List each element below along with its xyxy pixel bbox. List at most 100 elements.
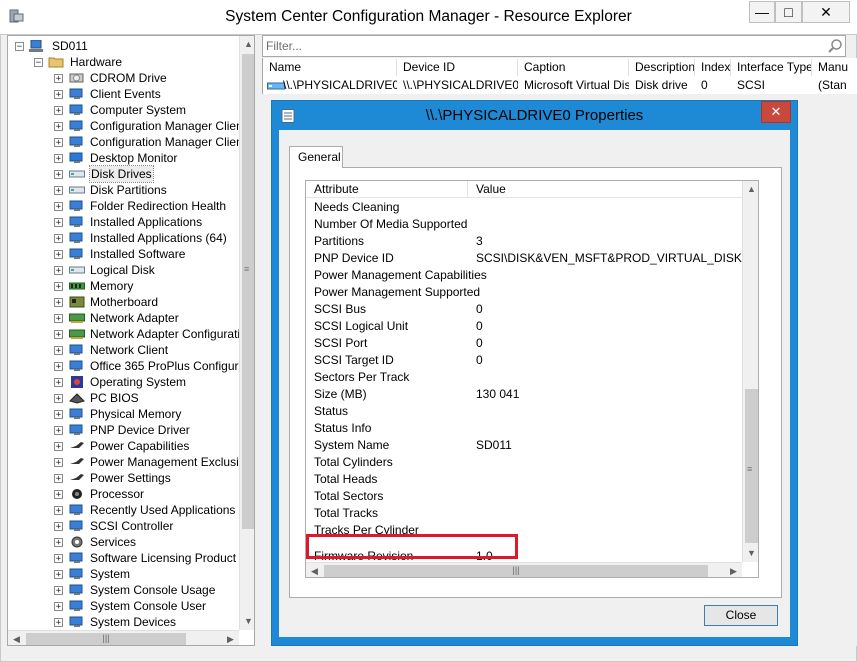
column-header-interface-type[interactable]: Interface Type <box>731 59 812 76</box>
expand-icon[interactable]: + <box>54 618 63 628</box>
maximize-button[interactable]: □ <box>775 1 802 23</box>
resource-tree[interactable]: − SD011− Hardware + CDROM Drive + Client Event… <box>7 35 255 646</box>
collapse-root-icon[interactable]: − <box>15 42 24 52</box>
expand-icon[interactable]: + <box>54 170 63 180</box>
grid-vertical-scrollbar[interactable]: ▲ ≡ ▼ <box>742 181 758 562</box>
column-header-caption[interactable]: Caption <box>518 59 629 76</box>
expand-icon[interactable]: + <box>54 410 63 420</box>
close-window-button[interactable]: ✕ <box>802 1 850 23</box>
tree-item-power-settings[interactable]: + Power Settings <box>8 470 238 486</box>
expand-icon[interactable]: + <box>54 154 63 164</box>
property-row[interactable]: Total Cylinders <box>306 454 742 471</box>
grid-scroll-down-arrow[interactable]: ▼ <box>743 545 758 562</box>
column-header-device-id[interactable]: Device ID <box>397 59 518 76</box>
property-row[interactable]: Needs Cleaning <box>306 199 742 216</box>
scroll-thumb[interactable] <box>242 54 254 529</box>
expand-icon[interactable]: + <box>54 90 63 100</box>
expand-icon[interactable]: + <box>54 234 63 244</box>
tree-item-computer-system[interactable]: + Computer System <box>8 102 238 118</box>
tree-item-power-management-exclusion-s[interactable]: + Power Management Exclusion S <box>8 454 254 470</box>
tree-item-services[interactable]: + Services <box>8 534 238 550</box>
expand-icon[interactable]: + <box>54 362 63 372</box>
property-row[interactable]: Total Heads <box>306 471 742 488</box>
tree-item-power-capabilities[interactable]: + Power Capabilities <box>8 438 238 454</box>
expand-icon[interactable]: + <box>54 122 63 132</box>
tree-item-installed-applications-64[interactable]: + Installed Applications (64) <box>8 230 238 246</box>
property-row[interactable]: Status Info <box>306 420 742 437</box>
property-row[interactable]: PNP Device ID SCSI\DISK&VEN_MSFT&PROD_VIR… <box>306 250 758 267</box>
expand-icon[interactable]: + <box>54 602 63 612</box>
tree-root[interactable]: − SD011 <box>8 38 238 54</box>
column-header-value[interactable]: Value <box>468 181 744 198</box>
expand-icon[interactable]: + <box>54 522 63 532</box>
search-icon[interactable] <box>827 38 843 54</box>
property-row[interactable]: Partitions 3 <box>306 233 742 250</box>
scroll-right-arrow[interactable]: ▶ <box>222 631 239 645</box>
filter-field[interactable]: Filter... <box>262 35 846 57</box>
tree-item-logical-disk[interactable]: + Logical Disk <box>8 262 238 278</box>
grid-scroll-right-arrow[interactable]: ▶ <box>725 563 742 577</box>
scroll-down-arrow[interactable]: ▼ <box>240 613 254 630</box>
tree-item-pnp-device-driver[interactable]: + PNP Device Driver <box>8 422 238 438</box>
property-row[interactable]: Total Tracks <box>306 505 742 522</box>
properties-grid[interactable]: Attribute Value Needs Cleaning Number Of … <box>305 180 759 578</box>
tree-item-installed-applications[interactable]: + Installed Applications <box>8 214 238 230</box>
expand-icon[interactable]: + <box>54 554 63 564</box>
tree-item-processor[interactable]: + Processor <box>8 486 238 502</box>
tree-horizontal-scrollbar[interactable]: ◀ ||| ▶ <box>8 630 239 645</box>
tree-item-operating-system[interactable]: + Operating System <box>8 374 238 390</box>
tree-item-scsi-controller[interactable]: + SCSI Controller <box>8 518 238 534</box>
expand-icon[interactable]: + <box>54 330 63 340</box>
grid-horizontal-scroll-thumb[interactable]: ||| <box>324 565 708 577</box>
tree-item-network-client[interactable]: + Network Client <box>8 342 238 358</box>
tree-item-motherboard[interactable]: + Motherboard <box>8 294 238 310</box>
property-row[interactable]: System Name SD011 <box>306 437 742 454</box>
tab-general[interactable]: General <box>289 146 343 168</box>
minimize-button[interactable]: — <box>749 1 775 23</box>
property-row[interactable]: Sectors Per Track <box>306 369 742 386</box>
tree-item-disk-partitions[interactable]: + Disk Partitions <box>8 182 238 198</box>
expand-icon[interactable]: + <box>54 218 63 228</box>
expand-icon[interactable]: + <box>54 442 63 452</box>
tree-item-recently-used-applications[interactable]: + Recently Used Applications <box>8 502 238 518</box>
expand-icon[interactable]: + <box>54 490 63 500</box>
device-list[interactable]: Name Device ID Caption Description Index… <box>262 58 857 94</box>
tree-item-system-console-user[interactable]: + System Console User <box>8 598 238 614</box>
tree-item-network-adapter-configuration[interactable]: + Network Adapter Configuration <box>8 326 253 342</box>
tree-item-desktop-monitor[interactable]: + Desktop Monitor <box>8 150 238 166</box>
expand-icon[interactable]: + <box>54 106 63 116</box>
tree-item-installed-software[interactable]: + Installed Software <box>8 246 238 262</box>
property-row[interactable]: Size (MB) 130 041 <box>306 386 742 403</box>
expand-icon[interactable]: + <box>54 250 63 260</box>
property-row[interactable]: Power Management Supported <box>306 284 742 301</box>
property-row[interactable]: SCSI Target ID 0 <box>306 352 742 369</box>
expand-icon[interactable]: + <box>54 74 63 84</box>
property-row[interactable]: SCSI Port 0 <box>306 335 742 352</box>
scroll-up-arrow[interactable]: ▲ <box>240 36 254 53</box>
property-row[interactable]: Number Of Media Supported <box>306 216 742 233</box>
grid-scroll-left-arrow[interactable]: ◀ <box>306 563 323 577</box>
expand-icon[interactable]: + <box>54 186 63 196</box>
tree-item-memory[interactable]: + Memory <box>8 278 238 294</box>
grid-scroll-up-arrow[interactable]: ▲ <box>743 181 758 198</box>
expand-icon[interactable]: + <box>54 378 63 388</box>
expand-icon[interactable]: + <box>54 346 63 356</box>
expand-icon[interactable]: + <box>54 298 63 308</box>
tree-item-pc-bios[interactable]: + PC BIOS <box>8 390 238 406</box>
expand-icon[interactable]: + <box>54 474 63 484</box>
tree-item-system-console-usage[interactable]: + System Console Usage <box>8 582 238 598</box>
expand-icon[interactable]: + <box>54 586 63 596</box>
dialog-close-icon[interactable]: ✕ <box>761 101 791 123</box>
tree-item-system-devices[interactable]: + System Devices <box>8 614 238 630</box>
expand-icon[interactable]: + <box>54 506 63 516</box>
tree-item-system[interactable]: + System <box>8 566 238 582</box>
tree-node-hardware[interactable]: − Hardware <box>8 54 238 70</box>
close-button[interactable]: Close <box>704 605 778 626</box>
property-row[interactable]: SCSI Bus 0 <box>306 301 742 318</box>
expand-icon[interactable]: + <box>54 538 63 548</box>
scroll-left-arrow[interactable]: ◀ <box>8 631 25 645</box>
tree-item-folder-redirection-health[interactable]: + Folder Redirection Health <box>8 198 238 214</box>
tree-item-disk-drives[interactable]: + Disk Drives <box>8 165 238 183</box>
property-row[interactable]: SCSI Logical Unit 0 <box>306 318 742 335</box>
expand-icon[interactable]: + <box>54 282 63 292</box>
